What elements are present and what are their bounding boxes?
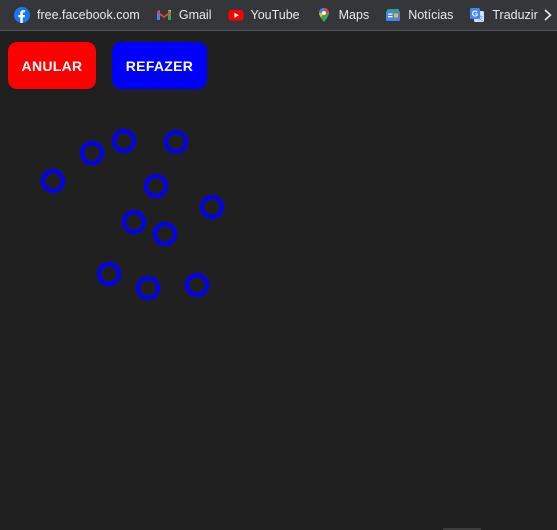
canvas-circle	[164, 130, 188, 154]
canvas-circle	[144, 174, 168, 198]
bookmarks-bar: free.facebook.com Gmail YouTube Maps Not…	[0, 0, 557, 31]
youtube-icon	[228, 7, 244, 23]
translate-icon: G 文	[469, 7, 485, 23]
gmail-icon	[156, 7, 172, 23]
bookmark-maps[interactable]: Maps	[308, 3, 378, 27]
news-icon	[385, 7, 401, 23]
bookmark-translate[interactable]: G 文 Traduzir	[461, 3, 545, 27]
canvas-circle	[41, 169, 65, 193]
bookmark-label: Maps	[338, 8, 370, 22]
canvas-circle	[97, 262, 121, 286]
maps-icon	[316, 7, 332, 23]
bookmark-label: YouTube	[250, 8, 300, 22]
canvas-circle	[112, 129, 136, 153]
canvas-circle	[153, 222, 177, 246]
bookmark-youtube[interactable]: YouTube	[220, 3, 308, 27]
drawing-canvas[interactable]	[0, 31, 557, 530]
bookmark-news[interactable]: Notícias	[377, 3, 461, 27]
canvas-circle	[185, 273, 209, 297]
chevron-right-icon[interactable]	[541, 7, 555, 23]
canvas-circle	[122, 210, 146, 234]
facebook-icon	[14, 7, 30, 23]
bookmark-label: Notícias	[408, 8, 454, 22]
canvas-circle	[80, 141, 104, 165]
bookmark-label: free.facebook.com	[37, 8, 140, 22]
bookmark-gmail[interactable]: Gmail	[148, 3, 220, 27]
bookmark-label: Gmail	[178, 8, 212, 22]
bookmark-facebook[interactable]: free.facebook.com	[6, 3, 148, 27]
bookmark-label: Traduzir	[492, 8, 538, 22]
canvas-circle	[200, 195, 224, 219]
svg-text:文: 文	[478, 15, 484, 23]
canvas-circle	[136, 276, 160, 300]
